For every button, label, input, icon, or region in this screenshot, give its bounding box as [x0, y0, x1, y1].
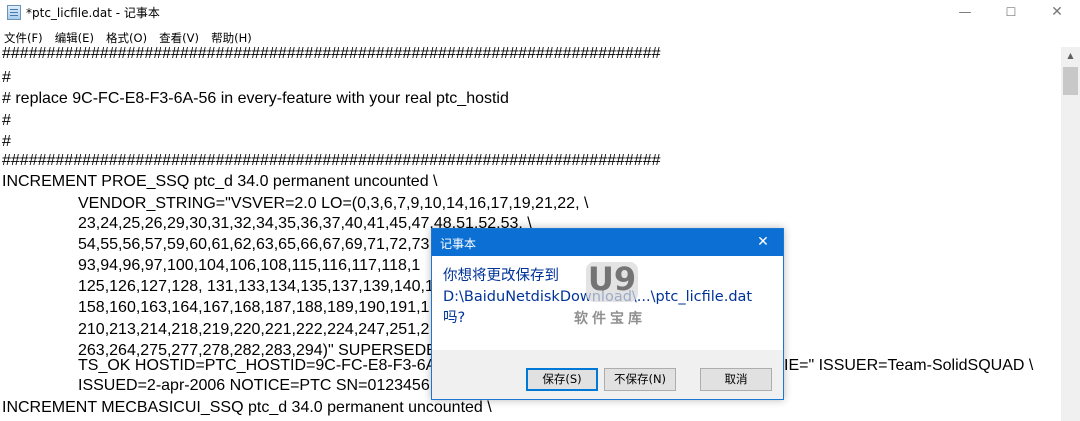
editor-line: ########################################… [2, 152, 661, 169]
dialog-message: 你想将更改保存到 [443, 268, 559, 284]
editor-line: 158,160,163,164,167,168,187,188,189,190,… [78, 299, 430, 316]
menu-view[interactable]: 查看(V) [159, 30, 199, 46]
menu-format[interactable]: 格式(O) [106, 30, 147, 46]
editor-line: ISSUED=2-apr-2006 NOTICE=PTC SN=0123456 [78, 377, 430, 394]
maximize-button[interactable]: ☐ [988, 0, 1034, 25]
scroll-up-arrow-icon[interactable]: ▲ [1061, 47, 1080, 64]
dialog-title: 记事本 [440, 237, 477, 251]
watermark-logo: U9 [587, 260, 637, 298]
title-bar: *ptc_licfile.dat - 记事本 — ☐ ✕ [0, 0, 1080, 25]
editor-line: 54,55,56,57,59,60,61,62,63,65,66,67,69,7… [78, 236, 430, 253]
menu-edit[interactable]: 编辑(E) [55, 30, 94, 46]
editor-line: 125,126,127,128, 131,133,134,135,137,139… [78, 278, 434, 295]
editor-line: # [2, 112, 11, 129]
editor-line: 93,94,96,97,100,104,106,108,115,116,117,… [78, 257, 421, 274]
dialog-close-icon[interactable]: ✕ [752, 232, 774, 252]
editor-line: 210,213,214,218,219,220,221,222,224,247,… [78, 321, 430, 338]
save-button[interactable]: 保存(S) [526, 368, 598, 391]
cancel-button[interactable]: 取消 [700, 368, 772, 391]
watermark-subtitle: 软件宝库 [574, 311, 646, 327]
dialog-message: 吗? [443, 310, 466, 326]
editor-line: VENDOR_STRING="VSVER=2.0 LO=(0,3,6,7,9,1… [78, 195, 589, 212]
editor-line: INCREMENT PROE_SSQ ptc_d 34.0 permanent … [2, 173, 438, 190]
menu-bar: 文件(F) 编辑(E) 格式(O) 查看(V) 帮助(H) [0, 27, 255, 45]
menu-help[interactable]: 帮助(H) [211, 30, 252, 46]
editor-line: # replace 9C-FC-E8-F3-6A-56 in every-fea… [2, 90, 509, 107]
editor-line: ########################################… [2, 47, 661, 62]
minimize-button[interactable]: — [942, 0, 988, 25]
menu-file[interactable]: 文件(F) [4, 30, 43, 46]
editor-line: TS_OK HOSTID=PTC_HOSTID=9C-FC-E8-F3-6A [78, 357, 437, 374]
editor-line-fragment: IE=" ISSUER=Team-SolidSQUAD \ [784, 357, 1034, 374]
scroll-thumb[interactable] [1063, 67, 1078, 95]
dialog-footer: 保存(S) 不保存(N) 取消 [432, 350, 783, 399]
close-button[interactable]: ✕ [1034, 0, 1080, 25]
vertical-scrollbar[interactable]: ▲ [1061, 47, 1080, 421]
watermark: U9 软件宝库 [566, 260, 658, 334]
editor-line: INCREMENT MECBASICUI_SSQ ptc_d 34.0 perm… [2, 399, 492, 416]
dont-save-button[interactable]: 不保存(N) [604, 368, 676, 391]
editor-line: # [2, 69, 11, 86]
notepad-icon [7, 5, 21, 20]
dialog-title-bar: 记事本 ✕ [432, 229, 783, 256]
window-title: *ptc_licfile.dat - 记事本 [26, 6, 160, 20]
